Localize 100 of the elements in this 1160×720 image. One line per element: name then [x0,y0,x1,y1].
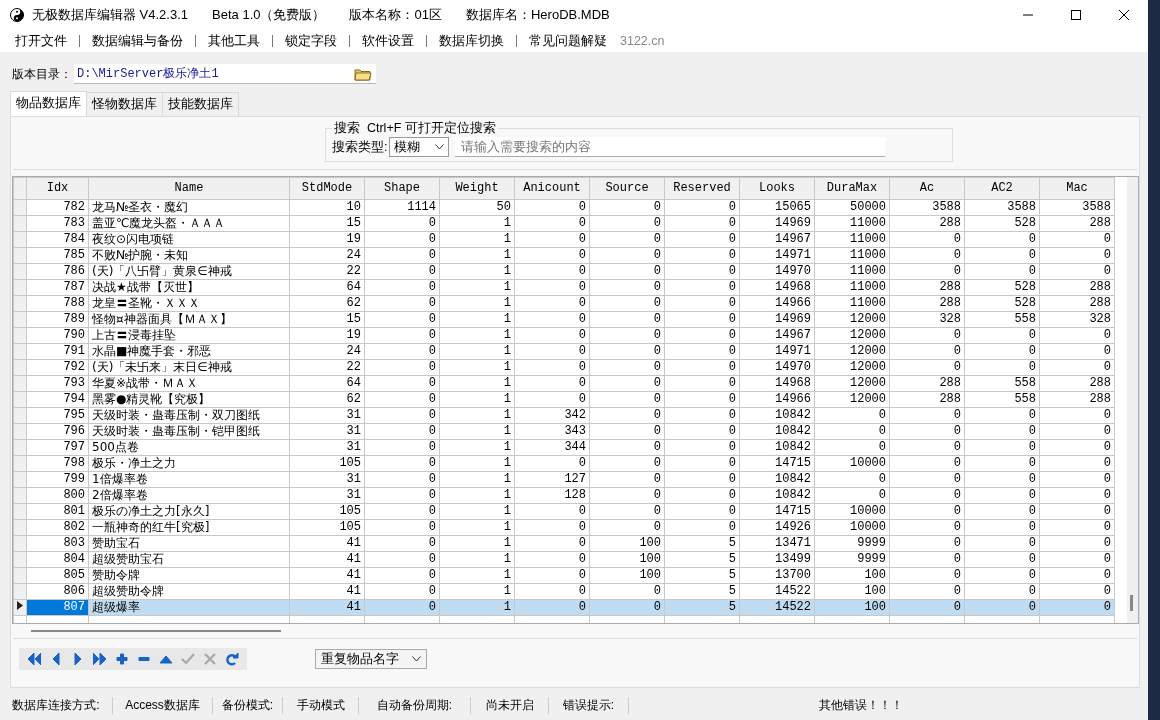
tab[interactable]: 物品数据库 [10,91,87,116]
menu-item[interactable]: 锁定字段 [278,32,344,50]
table-cell: 288 [889,215,965,232]
table-row[interactable]: 803 赞助宝石 41 0 1 0 100 5 13471 9999 0 0 0 [13,535,1115,552]
refresh-button[interactable] [225,652,239,666]
table-cell: 0 [664,439,740,456]
table-row[interactable]: 801 极乐の净土之力[永久] 105 0 1 0 0 0 14715 10000 0 0 0 [13,503,1115,520]
table-cell: 0 [964,439,1040,456]
table-cell: 0 [1039,471,1115,488]
column-header[interactable]: Anicount [514,177,590,200]
table-cell: 0 [514,359,590,376]
table-row[interactable]: 789 怪物¤神器面具【ＭＡＸ】 15 0 1 0 0 0 14969 12000 328 558 328 [13,311,1115,328]
table-row[interactable]: 788 龙皇〓圣靴・ＸＸＸ 62 0 1 0 0 0 14966 11000 288 528 288 [13,295,1115,312]
table-cell: 0 [364,215,440,232]
vertical-scrollbar[interactable] [1127,177,1138,623]
table-cell: 41 [289,583,365,600]
table-row[interactable]: 802 一瓶神奇的红牛[究极] 105 0 1 0 0 0 14926 10000 0 0 0 [13,519,1115,536]
table-cell: 790 [26,327,89,344]
table-row[interactable]: 793 华夏※战带・ＭＡＸ 64 0 1 0 0 0 14968 12000 288 558 288 [13,375,1115,392]
table-row[interactable]: 800 2倍爆率卷 31 0 1 128 0 0 10842 0 0 0 0 [13,487,1115,504]
table-cell: 0 [364,279,440,296]
table-row[interactable]: 797 500点卷 31 0 1 344 0 0 10842 0 0 0 0 [13,439,1115,456]
table-row[interactable]: 791 水晶■神魔手套・邪恶 24 0 1 0 0 0 14971 12000 0 0 0 [13,343,1115,360]
status-text: 错误提示: [549,696,629,714]
last-record-button[interactable] [93,652,107,666]
table-cell: 1 [439,375,515,392]
column-header[interactable]: Source [589,177,665,200]
table-row[interactable]: 783 盖亚℃魔龙头盔・ＡＡＡ 15 0 1 0 0 0 14969 11000 288 528 288 [13,215,1115,232]
menu-item[interactable]: 数据编辑与备份 [85,32,190,50]
table-cell: 0 [664,247,740,264]
search-field[interactable]: 请输入需要搜索的内容 [455,137,886,157]
tab[interactable]: 技能数据库 [162,92,239,116]
selected-row[interactable]: 807 超级爆率 41 0 1 0 0 5 14522 100 0 0 0 [13,599,1115,616]
table-row[interactable]: 786 (天)「八卐臂」黄泉∈神戒 22 0 1 0 0 0 14970 11000 0 0 0 [13,263,1115,280]
table-row[interactable]: 796 天级时装・蛊毒压制・铠甲图纸 31 0 1 343 0 0 10842 0 0 0 0 [13,423,1115,440]
table-cell: 105 [289,503,365,520]
table-cell: 0 [964,567,1040,584]
table-row[interactable]: 806 超级赞助令牌 41 0 1 0 0 5 14522 100 0 0 0 [13,583,1115,600]
column-header[interactable]: Weight [439,177,515,200]
table-row[interactable]: 799 1倍爆率卷 31 0 1 127 0 0 10842 0 0 0 0 [13,471,1115,488]
duplicate-dropdown[interactable]: 重复物品名字 [315,649,427,669]
table-row[interactable]: 784 夜纹⊙闪电项链 19 0 1 0 0 0 14967 11000 0 0 0 [13,231,1115,248]
table-row[interactable]: 790 上古〓浸毒挂坠 19 0 1 0 0 0 14967 12000 0 0 0 [13,327,1115,344]
close-button[interactable] [1118,9,1130,21]
search-type-dropdown[interactable]: 模糊 [389,137,450,157]
table-cell: 赞助令牌 [88,567,290,584]
column-header[interactable]: Ac [889,177,965,200]
column-header[interactable]: Reserved [664,177,740,200]
table-cell: 天级时装・蛊毒压制・铠甲图纸 [88,423,290,440]
horizontal-scrollbar[interactable] [31,630,281,632]
menu-item[interactable]: 打开文件 [8,32,74,50]
menu-item[interactable]: 数据库切换 [432,32,511,50]
table-row[interactable]: 782 龙马№圣衣・魔幻 10 1114 50 0 0 0 15065 50000 3588 3588 3588 [13,199,1115,216]
table-cell: 0 [889,471,965,488]
column-header[interactable]: DuraMax [814,177,890,200]
table-cell: 2倍爆率卷 [88,487,290,504]
table-cell: 0 [664,199,740,216]
table-row[interactable]: 805 赞助令牌 41 0 1 0 100 5 13700 100 0 0 0 [13,567,1115,584]
table-cell: 0 [1039,455,1115,472]
menu-item[interactable]: 软件设置 [355,32,421,50]
table-cell: 0 [964,551,1040,568]
first-record-button[interactable] [27,652,41,666]
table-row[interactable]: 798 极乐・净土之力 105 0 1 0 0 0 14715 10000 0 0 0 [13,455,1115,472]
table-cell: 0 [589,215,665,232]
menu-item[interactable]: 其他工具 [201,32,267,50]
table-cell: 794 [26,391,89,408]
column-header[interactable]: AC2 [964,177,1040,200]
table-row[interactable]: 794 黑雾●精灵靴【究极】 62 0 1 0 0 0 14966 12000 288 558 288 [13,391,1115,408]
table-cell: 0 [1039,567,1115,584]
table-cell: 0 [589,295,665,312]
path-field[interactable]: D:\MirServer极乐净土1 [74,64,376,84]
table-cell: 决战★战带【灭世】 [88,279,290,296]
table-row[interactable]: 804 超级赞助宝石 41 0 1 0 100 5 13499 9999 0 0 0 [13,551,1115,568]
table-row[interactable]: 785 不败№护腕・未知 24 0 1 0 0 0 14971 11000 0 0 0 [13,247,1115,264]
column-header[interactable]: StdMode [289,177,365,200]
table-cell: 华夏※战带・ＭＡＸ [88,375,290,392]
table-cell: 0 [814,423,890,440]
table-row[interactable]: 795 天级时装・蛊毒压制・双刀图纸 31 0 1 342 0 0 10842 0 0 0 0 [13,407,1115,424]
table-cell: 344 [514,439,590,456]
column-header[interactable]: Idx [26,177,89,200]
table-row[interactable]: 792 (天)「未卐来」末日∈神戒 22 0 1 0 0 0 14970 12000 0 0 0 [13,359,1115,376]
column-header[interactable]: Mac [1039,177,1115,200]
table-cell: 0 [664,327,740,344]
plus-button[interactable] [115,652,129,666]
table-cell: 1 [439,295,515,312]
table-cell: 怪物¤神器面具【ＭＡＸ】 [88,311,290,328]
column-header[interactable]: Name [88,177,290,200]
table-row[interactable]: 787 决战★战带【灭世】 64 0 1 0 0 0 14968 11000 288 528 288 [13,279,1115,296]
table-cell: 0 [1039,519,1115,536]
folder-button[interactable] [354,67,372,81]
table-cell: 1 [439,455,515,472]
table-cell: 0 [589,311,665,328]
column-header[interactable]: Looks [739,177,815,200]
table-cell: 0 [1039,343,1115,360]
table-cell: 0 [364,439,440,456]
table-cell: 31 [289,407,365,424]
menu-item[interactable]: 常见问题解疑 [522,32,614,50]
maximize-button[interactable] [1070,9,1082,21]
column-header[interactable]: Shape [364,177,440,200]
table-cell: 10842 [739,439,815,456]
